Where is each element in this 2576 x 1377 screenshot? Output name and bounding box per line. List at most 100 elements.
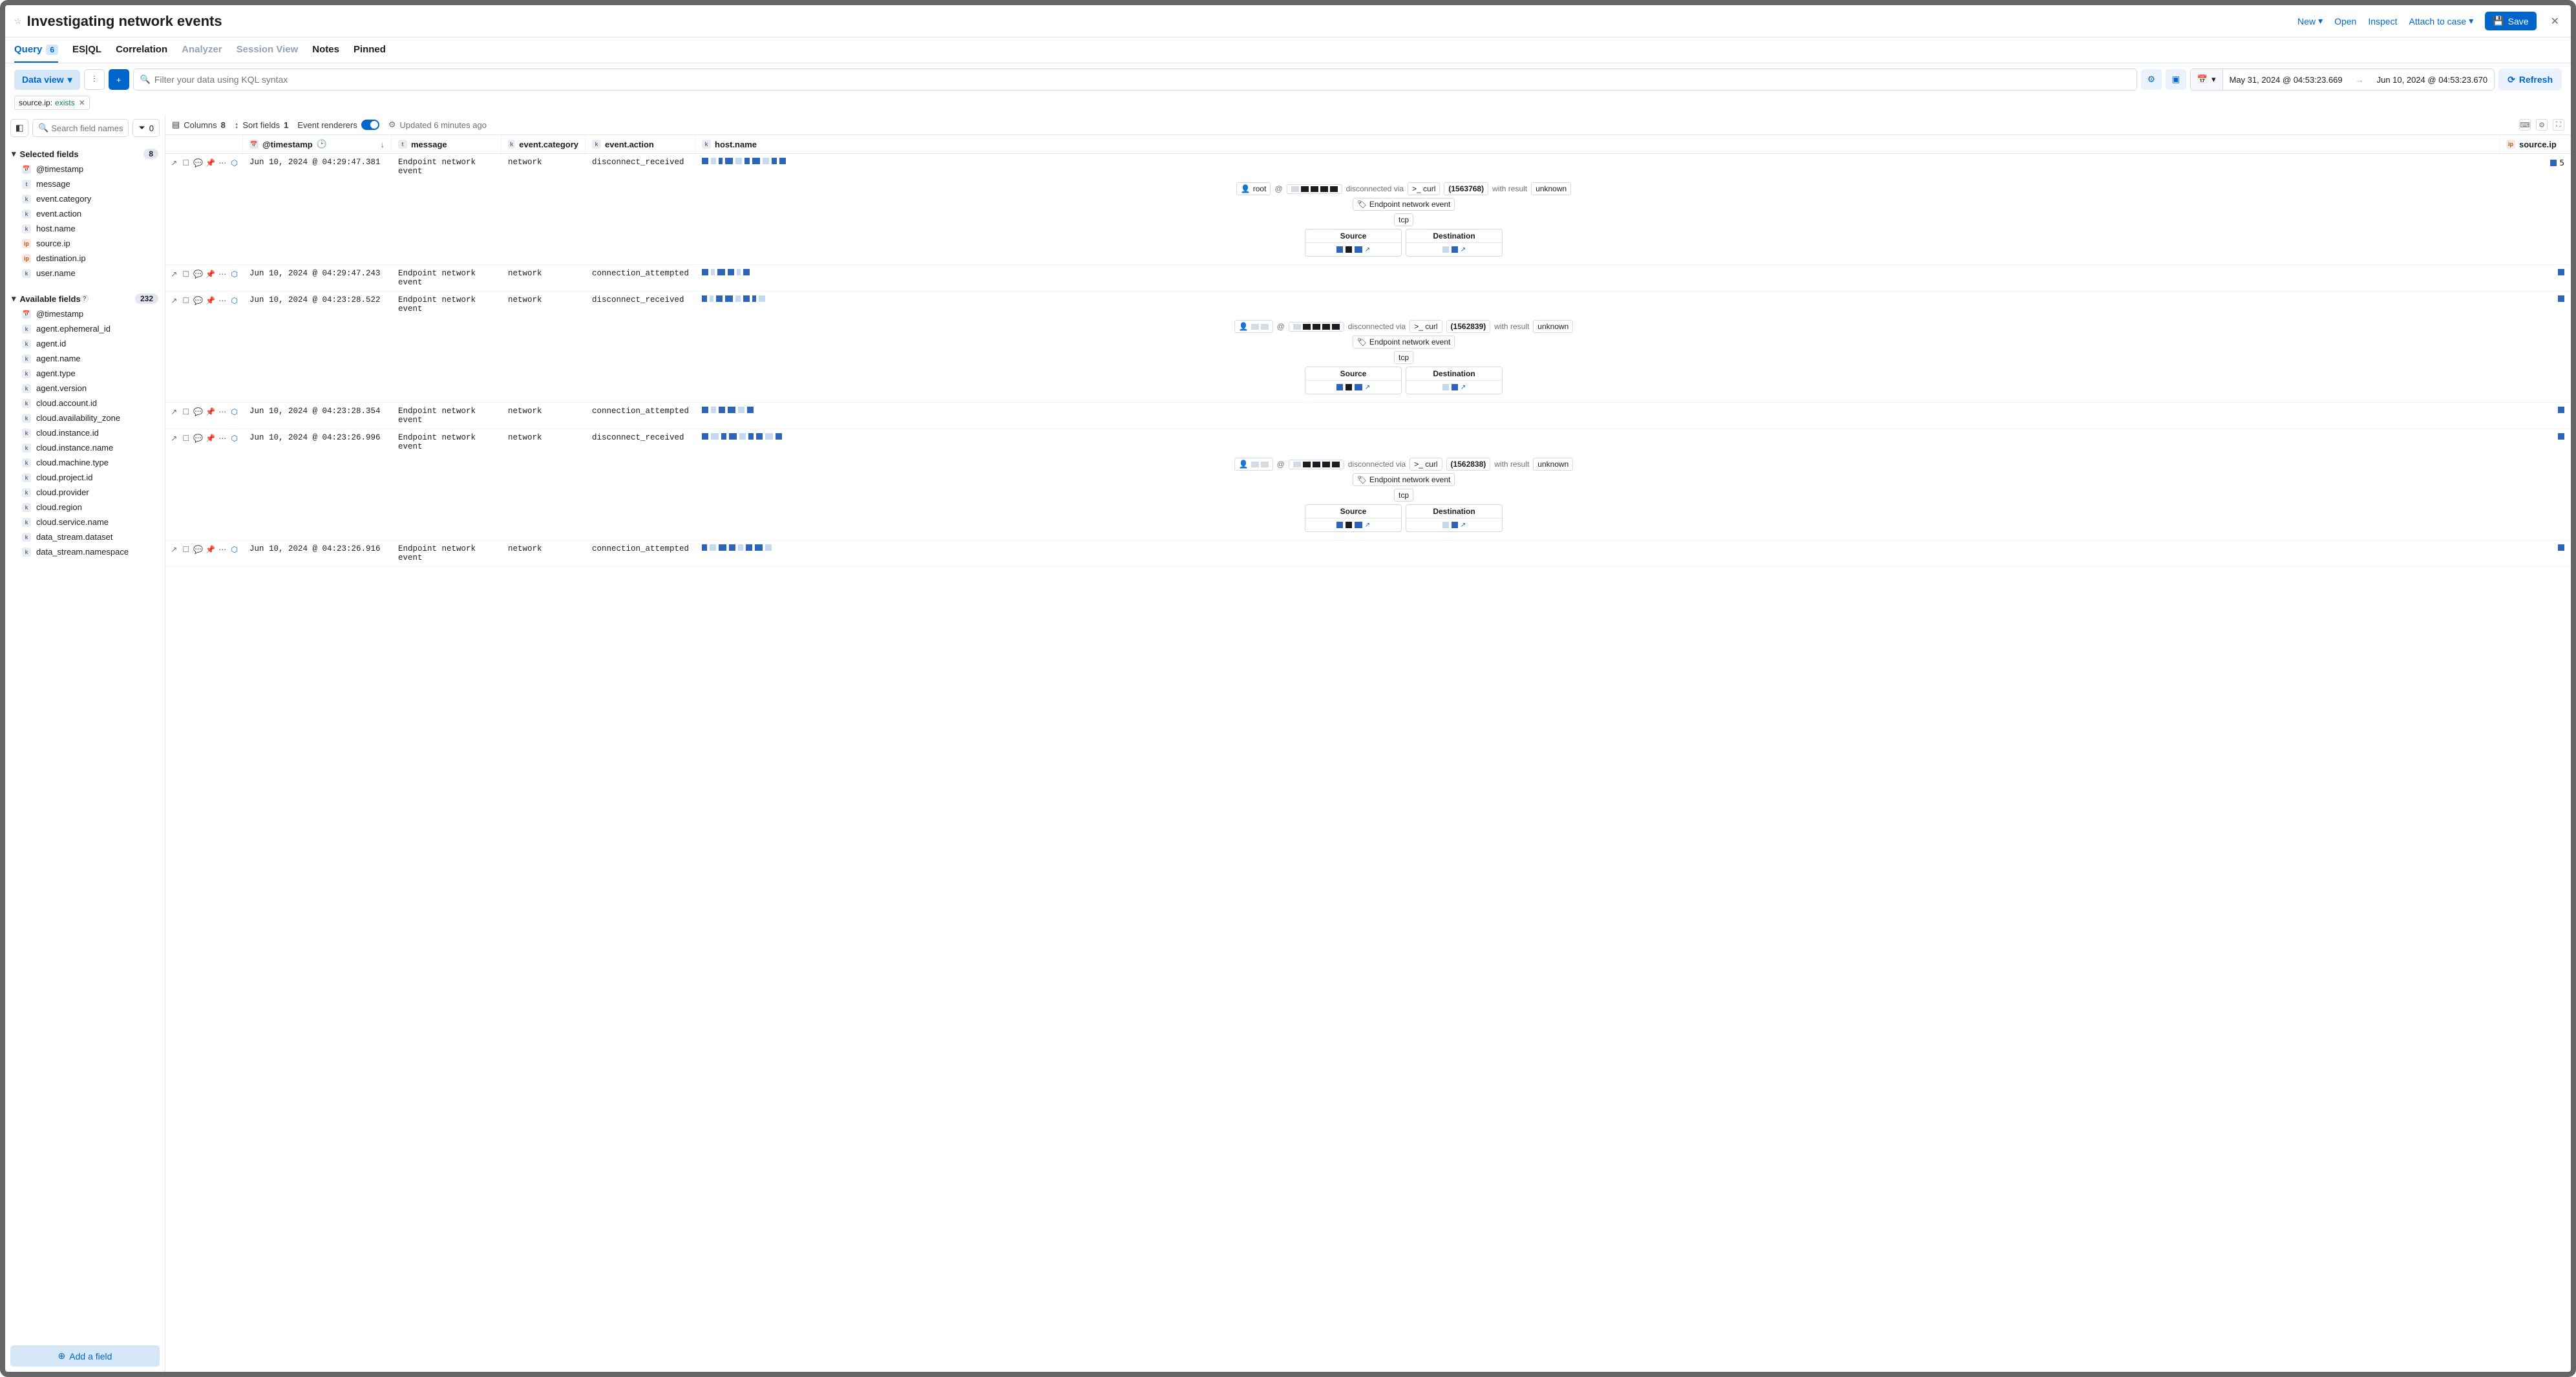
- field-item[interactable]: tmessage: [5, 176, 165, 191]
- notes-icon[interactable]: 💬: [193, 407, 203, 417]
- event-type-chip[interactable]: 🏷Endpoint network event: [1353, 336, 1455, 348]
- field-item[interactable]: kevent.category: [5, 191, 165, 206]
- selected-fields-header[interactable]: ▾ Selected fields 8: [5, 146, 165, 162]
- field-item[interactable]: kagent.type: [5, 366, 165, 381]
- field-item[interactable]: kcloud.account.id: [5, 396, 165, 411]
- column-header-host-name[interactable]: khost.name: [695, 135, 2500, 153]
- inspect-button[interactable]: Inspect: [2368, 16, 2397, 27]
- calendar-button[interactable]: 📅 ▾: [2191, 69, 2223, 90]
- field-filter-button[interactable]: ⏷ 0: [132, 119, 160, 137]
- result-chip[interactable]: unknown: [1531, 182, 1571, 195]
- field-item[interactable]: kcloud.machine.type: [5, 455, 165, 470]
- filter-pill[interactable]: source.ip: exists ✕: [14, 96, 90, 110]
- event-type-chip[interactable]: 🏷Endpoint network event: [1353, 473, 1455, 486]
- more-actions-icon[interactable]: ⋯: [218, 433, 227, 443]
- kql-search-input[interactable]: 🔍: [133, 69, 2137, 91]
- field-item[interactable]: 📅@timestamp: [5, 162, 165, 176]
- more-actions-icon[interactable]: ⋯: [218, 158, 227, 168]
- analyzer-icon[interactable]: ⬡: [229, 295, 239, 306]
- sort-fields-button[interactable]: ↕Sort fields 1: [235, 120, 289, 130]
- event-renderers-toggle[interactable]: Event renderers: [297, 120, 379, 130]
- save-button[interactable]: 💾Save: [2485, 12, 2536, 30]
- add-filter-button[interactable]: +: [109, 69, 129, 90]
- protocol-chip[interactable]: tcp: [1394, 489, 1413, 502]
- date-from[interactable]: May 31, 2024 @ 04:53:23.669: [2223, 69, 2349, 90]
- event-type-chip[interactable]: 🏷Endpoint network event: [1353, 198, 1455, 211]
- pin-icon[interactable]: 📌: [206, 158, 215, 168]
- external-link-icon[interactable]: ↗: [1461, 246, 1466, 253]
- notes-icon[interactable]: 💬: [193, 544, 203, 555]
- new-button[interactable]: New ▾: [2297, 16, 2323, 27]
- field-item[interactable]: kcloud.region: [5, 500, 165, 515]
- process-chip[interactable]: >_ curl: [1409, 458, 1442, 471]
- notes-icon[interactable]: 💬: [193, 269, 203, 279]
- display-options-button[interactable]: ⚙: [2536, 119, 2548, 131]
- save-query-button[interactable]: ▣: [2166, 69, 2186, 90]
- field-item[interactable]: kagent.name: [5, 351, 165, 366]
- notes-icon[interactable]: 💬: [193, 295, 203, 306]
- close-icon[interactable]: ✕: [2548, 15, 2562, 28]
- collapse-sidebar-button[interactable]: ◧: [10, 119, 28, 137]
- row-checkbox[interactable]: ☐: [182, 544, 191, 555]
- toggle-switch[interactable]: [361, 120, 379, 130]
- tab-notes[interactable]: Notes: [312, 37, 339, 63]
- external-link-icon[interactable]: ↗: [1365, 522, 1370, 529]
- data-view-button[interactable]: Data view ▾: [14, 70, 80, 90]
- more-actions-icon[interactable]: ⋯: [218, 407, 227, 417]
- expand-row-icon[interactable]: ↗: [169, 433, 179, 443]
- field-item[interactable]: kuser.name: [5, 266, 165, 281]
- analyzer-icon[interactable]: ⬡: [229, 158, 239, 168]
- tab-pinned[interactable]: Pinned: [354, 37, 386, 63]
- expand-row-icon[interactable]: ↗: [169, 544, 179, 555]
- external-link-icon[interactable]: ↗: [1365, 246, 1370, 253]
- field-item[interactable]: khost.name: [5, 221, 165, 236]
- field-item[interactable]: kcloud.service.name: [5, 515, 165, 529]
- pin-icon[interactable]: 📌: [206, 544, 215, 555]
- external-link-icon[interactable]: ↗: [1461, 384, 1466, 391]
- analyzer-icon[interactable]: ⬡: [229, 433, 239, 443]
- user-chip[interactable]: 👤root: [1236, 182, 1271, 195]
- analyzer-icon[interactable]: ⬡: [229, 269, 239, 279]
- field-item[interactable]: kdata_stream.dataset: [5, 529, 165, 544]
- more-actions-icon[interactable]: ⋯: [218, 295, 227, 306]
- notes-icon[interactable]: 💬: [193, 433, 203, 443]
- expand-row-icon[interactable]: ↗: [169, 269, 179, 279]
- protocol-chip[interactable]: tcp: [1394, 213, 1413, 226]
- tab-query[interactable]: Query6: [14, 37, 58, 63]
- row-checkbox[interactable]: ☐: [182, 295, 191, 306]
- row-checkbox[interactable]: ☐: [182, 269, 191, 279]
- column-header-event-action[interactable]: kevent.action: [586, 135, 695, 153]
- field-item[interactable]: kcloud.project.id: [5, 470, 165, 485]
- analyzer-icon[interactable]: ⬡: [229, 407, 239, 417]
- attach-to-case-button[interactable]: Attach to case ▾: [2409, 16, 2473, 27]
- field-item[interactable]: kcloud.availability_zone: [5, 411, 165, 425]
- help-icon[interactable]: ?: [81, 295, 89, 303]
- columns-button[interactable]: ▤Columns 8: [172, 120, 226, 130]
- field-item[interactable]: kevent.action: [5, 206, 165, 221]
- available-fields-header[interactable]: ▾ Available fields ? 232: [5, 291, 165, 306]
- result-chip[interactable]: unknown: [1533, 458, 1573, 471]
- field-item[interactable]: 📅@timestamp: [5, 306, 165, 321]
- pin-icon[interactable]: 📌: [206, 407, 215, 417]
- column-header-event-category[interactable]: kevent.category: [501, 135, 586, 153]
- open-button[interactable]: Open: [2334, 16, 2356, 27]
- more-actions-icon[interactable]: ⋯: [218, 269, 227, 279]
- keyboard-shortcuts-button[interactable]: ⌨: [2519, 119, 2531, 131]
- analyzer-icon[interactable]: ⬡: [229, 544, 239, 555]
- process-chip[interactable]: >_ curl: [1409, 320, 1442, 333]
- add-field-button[interactable]: ⊕Add a field: [10, 1345, 160, 1367]
- host-chip[interactable]: [1287, 184, 1342, 194]
- pin-icon[interactable]: 📌: [206, 433, 215, 443]
- field-item[interactable]: ipdestination.ip: [5, 251, 165, 266]
- pin-icon[interactable]: 📌: [206, 269, 215, 279]
- pid-chip[interactable]: (1562838): [1446, 458, 1491, 471]
- date-range-picker[interactable]: 📅 ▾ May 31, 2024 @ 04:53:23.669 → Jun 10…: [2190, 69, 2495, 91]
- refresh-button[interactable]: ⟳Refresh: [2498, 69, 2562, 91]
- field-item[interactable]: kcloud.provider: [5, 485, 165, 500]
- timeline-config-button[interactable]: ⚙: [2141, 69, 2162, 90]
- field-item[interactable]: kagent.id: [5, 336, 165, 351]
- expand-row-icon[interactable]: ↗: [169, 158, 179, 168]
- row-checkbox[interactable]: ☐: [182, 433, 191, 443]
- field-search-input[interactable]: 🔍: [32, 119, 129, 137]
- tab-esql[interactable]: ES|QL: [72, 37, 101, 63]
